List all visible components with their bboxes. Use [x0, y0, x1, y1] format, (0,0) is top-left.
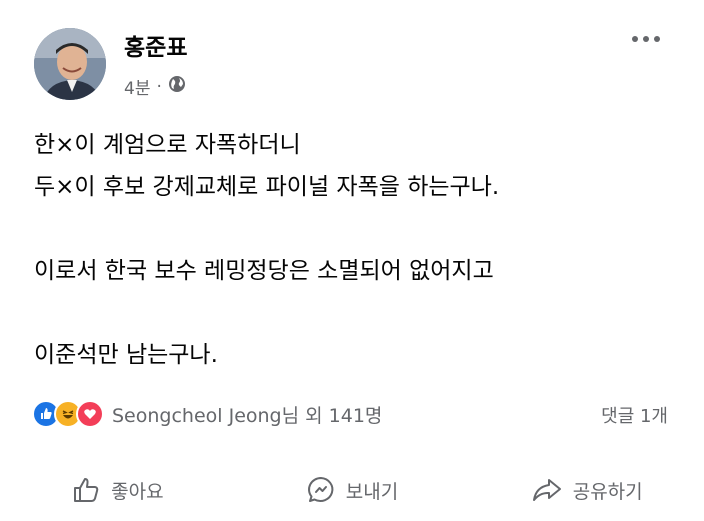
post-content: 한×이 계엄으로 자폭하더니 두×이 후보 강제교체로 파이널 자폭을 하는구나… — [34, 124, 674, 376]
share-button[interactable]: 공유하기 — [469, 466, 704, 514]
action-bar: 좋아요 보내기 공유하기 — [0, 466, 704, 514]
post-line: 두×이 후보 강제교체로 파이널 자폭을 하는구나. — [34, 174, 500, 200]
reaction-summary[interactable]: Seongcheol Jeong님 외 141명 — [32, 400, 382, 428]
more-options-icon[interactable] — [632, 36, 660, 42]
messenger-icon — [306, 475, 336, 505]
comment-count[interactable]: 댓글 1개 — [601, 402, 668, 428]
share-label: 공유하기 — [572, 480, 643, 503]
facebook-post: 홍준표 4분 · 한×이 계엄으로 자폭하더니 두×이 후보 강제교체로 파이널… — [0, 0, 704, 521]
reaction-count[interactable]: Seongcheol Jeong님 외 141명 — [112, 401, 382, 428]
love-icon — [76, 400, 104, 428]
author-name[interactable]: 홍준표 — [124, 28, 187, 62]
post-line — [34, 292, 674, 334]
post-line — [34, 208, 674, 250]
thumbs-up-icon — [71, 475, 101, 505]
post-meta: 4분 · — [124, 74, 186, 99]
share-arrow-icon — [531, 476, 563, 504]
post-time[interactable]: 4분 — [124, 74, 150, 99]
send-label: 보내기 — [345, 480, 399, 503]
post-line: 한×이 계엄으로 자폭하더니 — [34, 132, 301, 158]
post-line: 이준석만 남는구나. — [34, 342, 218, 368]
globe-icon — [168, 75, 186, 98]
send-button[interactable]: 보내기 — [235, 466, 470, 514]
meta-separator: · — [156, 76, 162, 97]
avatar[interactable] — [34, 28, 106, 100]
reaction-icons — [32, 400, 104, 428]
post-line: 이로서 한국 보수 레밍정당은 소멸되어 없어지고 — [34, 258, 494, 284]
like-label: 좋아요 — [111, 480, 164, 503]
like-button[interactable]: 좋아요 — [0, 466, 235, 514]
